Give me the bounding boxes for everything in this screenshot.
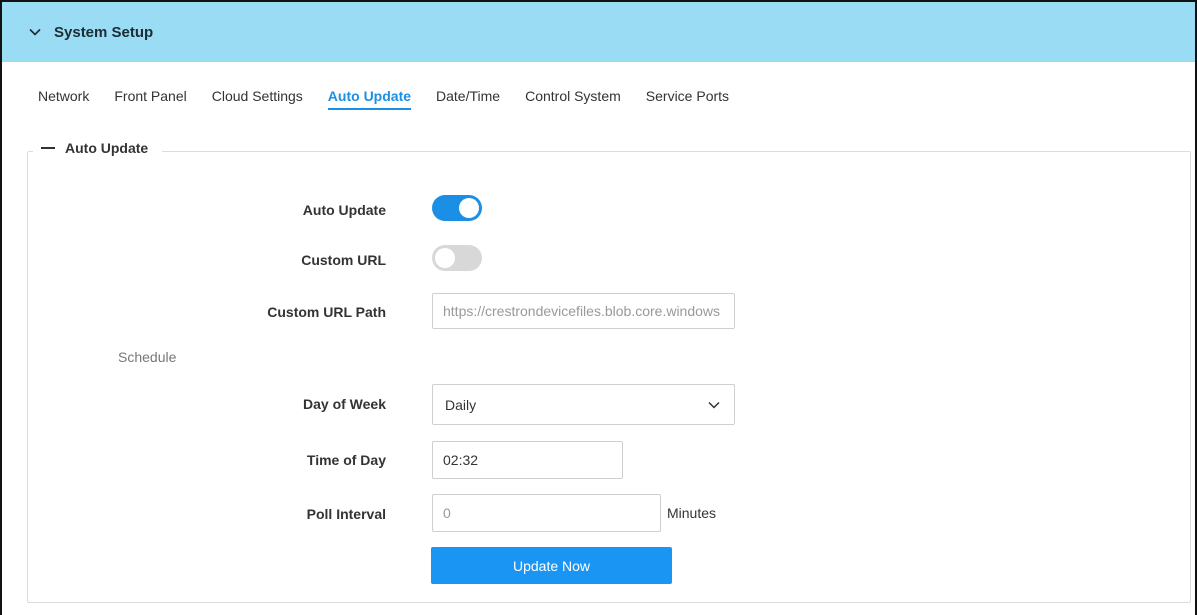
- system-setup-header[interactable]: System Setup: [2, 2, 1195, 62]
- auto-update-label: Auto Update: [302, 202, 386, 218]
- tab-service-ports[interactable]: Service Ports: [646, 88, 729, 110]
- poll-interval-input[interactable]: [432, 494, 661, 532]
- chevron-down-icon: [706, 397, 722, 413]
- legend-label: Auto Update: [65, 140, 149, 156]
- custom-url-path-label: Custom URL Path: [267, 304, 386, 320]
- tab-control-system[interactable]: Control System: [525, 88, 621, 110]
- toggle-knob: [459, 198, 479, 218]
- day-of-week-label: Day of Week: [303, 396, 386, 412]
- poll-interval-unit: Minutes: [667, 505, 717, 521]
- custom-url-toggle[interactable]: [432, 245, 482, 271]
- update-now-button[interactable]: Update Now: [431, 547, 672, 584]
- time-of-day-label: Time of Day: [306, 452, 386, 468]
- tab-front-panel[interactable]: Front Panel: [114, 88, 186, 110]
- schedule-label: Schedule: [118, 349, 177, 365]
- custom-url-label: Custom URL: [301, 252, 386, 268]
- day-of-week-select[interactable]: Daily: [432, 384, 735, 425]
- tab-bar: Network Front Panel Cloud Settings Auto …: [38, 88, 754, 110]
- custom-url-path-input[interactable]: [432, 293, 735, 329]
- tab-network[interactable]: Network: [38, 88, 89, 110]
- auto-update-fieldset: [27, 151, 1191, 603]
- tab-cloud-settings[interactable]: Cloud Settings: [212, 88, 303, 110]
- tab-auto-update[interactable]: Auto Update: [327, 88, 412, 110]
- chevron-down-icon: [28, 25, 42, 39]
- poll-interval-label: Poll Interval: [306, 506, 386, 522]
- auto-update-toggle[interactable]: [432, 195, 482, 221]
- tab-date-time[interactable]: Date/Time: [436, 88, 500, 110]
- fieldset-legend[interactable]: Auto Update: [33, 140, 163, 156]
- day-of-week-value: Daily: [445, 396, 477, 413]
- section-title: System Setup: [54, 23, 154, 41]
- time-of-day-input[interactable]: [432, 441, 623, 479]
- toggle-knob: [435, 248, 455, 268]
- minus-icon: [41, 147, 55, 149]
